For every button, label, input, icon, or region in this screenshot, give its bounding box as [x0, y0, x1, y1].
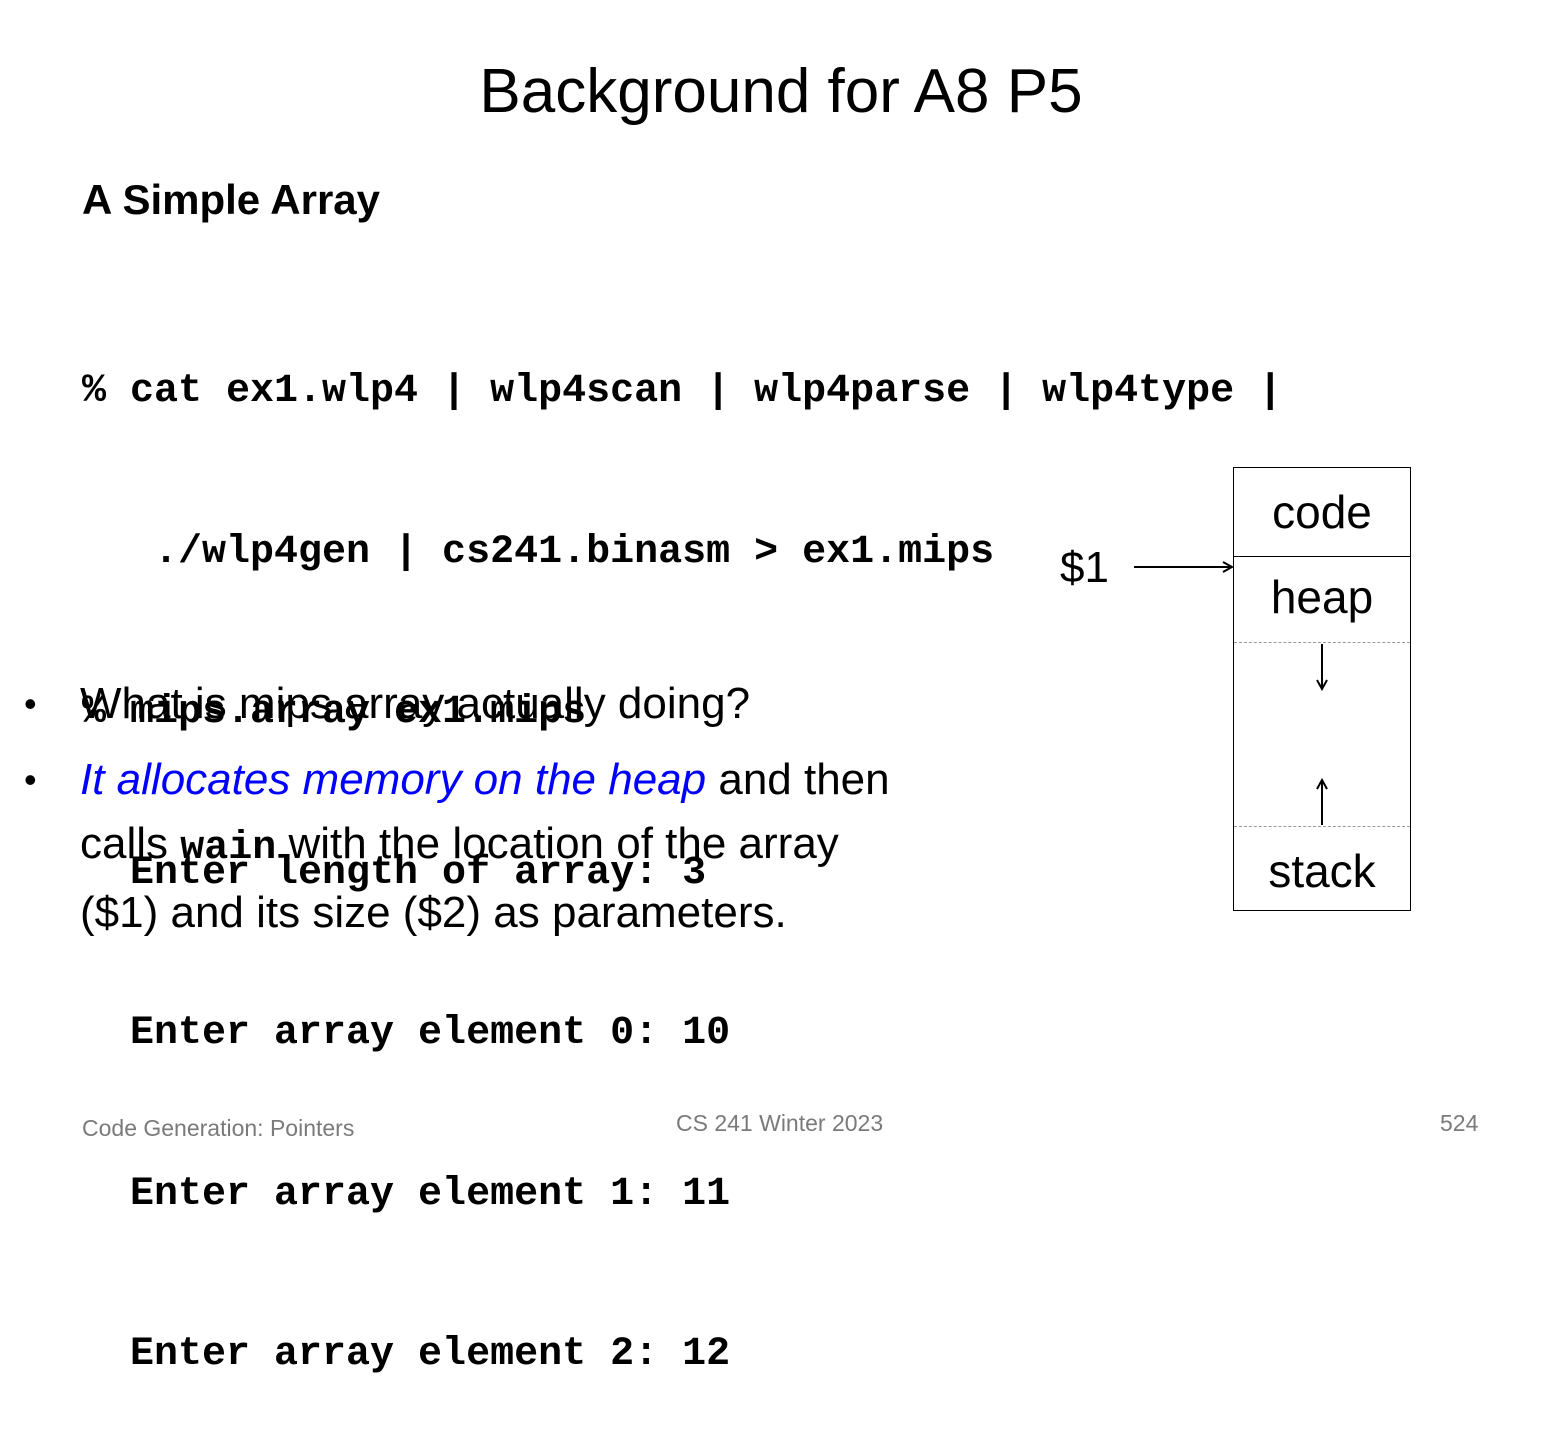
bullet-item: • What is mips.array actually doing? [24, 672, 904, 736]
memory-segment-heap: heap [1234, 556, 1410, 643]
code-line: % cat ex1.wlp4 | wlp4scan | wlp4parse | … [82, 369, 1283, 414]
footer-page-number: 524 [1440, 1110, 1479, 1136]
memory-diagram: code heap stack [1233, 467, 1411, 911]
pointer-label: $1 [1060, 543, 1109, 592]
bullet-dot-icon: • [24, 759, 37, 800]
bullet-text: What is mips.array actually doing? [80, 679, 751, 728]
footer-section-label: Code Generation: Pointers [82, 1115, 355, 1141]
memory-segment-code: code [1234, 468, 1410, 557]
slide-title: Background for A8 P5 [479, 57, 1083, 126]
slide-subtitle: A Simple Array [82, 176, 380, 223]
bullet-list: • What is mips.array actually doing? • I… [24, 672, 904, 957]
footer-course-label: CS 241 Winter 2023 [676, 1110, 884, 1136]
bullet-item: • It allocates memory on the heap and th… [24, 748, 904, 945]
inline-code-wain: wain [180, 826, 277, 871]
bullet-highlight-text: It allocates memory on the heap [80, 755, 707, 804]
code-line: Enter array element 2: 12 [82, 1332, 731, 1377]
code-line: Enter array element 1: 11 [82, 1171, 731, 1217]
bullet-dot-icon: • [24, 683, 37, 724]
memory-segment-stack: stack [1234, 826, 1410, 911]
code-line: Enter array element 0: 10 [82, 1011, 731, 1056]
